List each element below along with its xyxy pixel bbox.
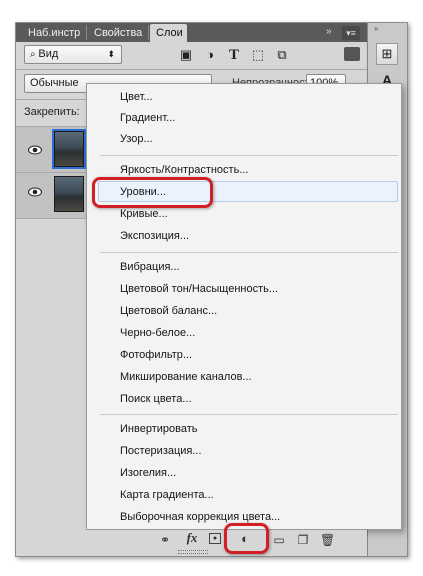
menu-item-pattern[interactable]: Узор... — [120, 130, 153, 148]
menu-item-color-balance[interactable]: Цветовой баланс... — [120, 302, 217, 320]
shape-filter-icon[interactable]: ⬚ — [250, 47, 266, 63]
menu-item-gradient[interactable]: Градиент... — [120, 109, 175, 127]
mask-icon[interactable]: ● — [209, 533, 221, 544]
menu-separator — [100, 155, 398, 156]
menu-item-photo-filter[interactable]: Фотофильтр... — [120, 346, 192, 364]
text-filter-icon[interactable]: T — [226, 47, 242, 63]
menu-item-invert[interactable]: Инвертировать — [120, 420, 197, 438]
menu-item-posterize[interactable]: Постеризация... — [120, 442, 202, 460]
menu-item-gradient-map[interactable]: Карта градиента... — [120, 486, 214, 504]
tab-tools[interactable]: Наб.инстр — [22, 24, 86, 42]
divider — [16, 69, 367, 70]
chevron-updown-icon: ⬍ — [107, 49, 115, 59]
tab-properties[interactable]: Свойства — [88, 24, 148, 42]
image-filter-icon[interactable]: ▣ — [178, 47, 194, 63]
tab-divider — [86, 25, 87, 40]
blend-mode-value: Обычные — [30, 77, 79, 89]
brush-icon[interactable]: ⊞ — [376, 43, 398, 65]
menu-separator — [100, 414, 398, 415]
visibility-eye-icon[interactable] — [28, 187, 42, 197]
filter-kind-select[interactable]: ⌕ Вид ⬍ — [24, 45, 122, 64]
trash-icon[interactable]: 🗑 — [320, 533, 335, 547]
tab-divider — [148, 25, 149, 40]
resize-grip[interactable] — [178, 550, 208, 554]
collapse-icon[interactable]: » — [374, 25, 400, 33]
layer-thumbnail — [54, 176, 84, 212]
menu-item-vibrance[interactable]: Вибрация... — [120, 258, 180, 276]
menu-item-exposure[interactable]: Экспозиция... — [120, 227, 189, 245]
adjustment-layer-highlight-marker — [224, 523, 269, 554]
menu-item-color-lookup[interactable]: Поиск цвета... — [120, 390, 192, 408]
filter-kind-value: Вид — [38, 48, 59, 60]
fx-icon[interactable]: fx — [183, 531, 201, 545]
menu-item-black-white[interactable]: Черно-белое... — [120, 324, 195, 342]
menu-item-channel-mixer[interactable]: Микширование каналов... — [120, 368, 252, 386]
filter-toggle-icon[interactable] — [344, 47, 360, 61]
layer-thumbnail — [52, 129, 86, 169]
new-layer-icon[interactable]: ❐ — [296, 533, 310, 547]
adjustment-filter-icon[interactable]: ◑ — [202, 47, 218, 63]
link-icon[interactable]: ⚭ — [158, 533, 172, 547]
layer-row[interactable] — [16, 173, 86, 219]
lock-label: Закрепить: — [24, 106, 80, 118]
menu-item-hue-saturation[interactable]: Цветовой тон/Насыщенность... — [120, 280, 278, 298]
tab-layers[interactable]: Слои — [150, 24, 187, 42]
visibility-eye-icon[interactable] — [28, 145, 42, 155]
layer-row[interactable] — [16, 127, 86, 173]
panel-menu-icon[interactable]: ▾≡ — [342, 26, 360, 40]
menu-item-solid-color[interactable]: Цвет... — [120, 88, 153, 106]
menu-item-threshold[interactable]: Изогелия... — [120, 464, 176, 482]
levels-highlight-marker — [92, 177, 213, 208]
panel-collapse-icon[interactable]: » — [326, 26, 332, 37]
group-icon[interactable]: ▭ — [272, 533, 286, 547]
menu-separator — [100, 252, 398, 253]
smart-object-filter-icon[interactable]: ⧉ — [274, 47, 290, 63]
